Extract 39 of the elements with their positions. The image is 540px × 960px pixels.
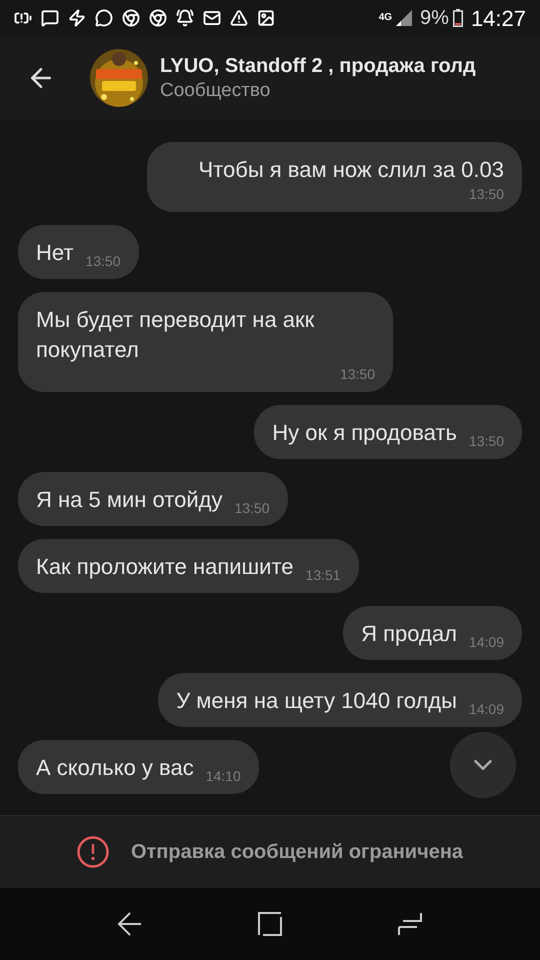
message-time: 13:50: [85, 252, 121, 270]
message-text: Ну ок я продовать: [272, 419, 457, 447]
mail-icon: [203, 9, 221, 27]
message-text: Мы будет переводит на акк покупател: [36, 306, 316, 364]
browser-icon: [122, 9, 140, 27]
message-text: Я продал: [361, 620, 457, 648]
network-type: 4G: [378, 13, 392, 23]
message-time: 13:50: [468, 432, 504, 450]
home-nav-icon[interactable]: [257, 911, 283, 937]
chat-title: LYUO, Standoff 2 , продажа голд: [160, 54, 476, 79]
message-time: 14:09: [468, 700, 504, 718]
message-text: Как проложите напишите: [36, 553, 294, 581]
back-nav-icon[interactable]: [117, 911, 143, 937]
restriction-notice: Отправка сообщений ограничена: [130, 840, 464, 865]
message-text: Нет: [36, 239, 74, 267]
message-text: Чтобы я вам нож слил за 0.03: [198, 156, 504, 184]
message-time: 14:10: [206, 767, 241, 785]
chat-icon: [41, 9, 59, 27]
browser-icon: [149, 9, 167, 27]
chat-subtitle: Сообщество: [160, 79, 272, 103]
alert-icon: [76, 836, 109, 868]
message-text: Я на 5 мин отойду: [36, 486, 222, 514]
message-time: 13:50: [340, 365, 375, 383]
speech-bubble-icon: [95, 9, 113, 27]
warning-icon: [230, 9, 248, 27]
bell-icon: [176, 9, 194, 27]
signal-icon: [396, 10, 412, 26]
battery-level: 9%: [420, 6, 449, 31]
message-time: 14:09: [468, 633, 504, 651]
message-text: У меня на щету 1040 голды: [176, 687, 457, 715]
message-text: А сколько у вас: [36, 754, 194, 782]
recents-nav-icon[interactable]: [397, 911, 423, 937]
message-time: 13:50: [234, 499, 270, 517]
message-time: 13:50: [468, 185, 504, 203]
message-time: 13:51: [306, 566, 341, 584]
clock: 14:27: [470, 4, 526, 32]
bolt-icon: [68, 9, 86, 27]
image-icon: [257, 9, 275, 27]
battery-icon: [452, 9, 463, 27]
